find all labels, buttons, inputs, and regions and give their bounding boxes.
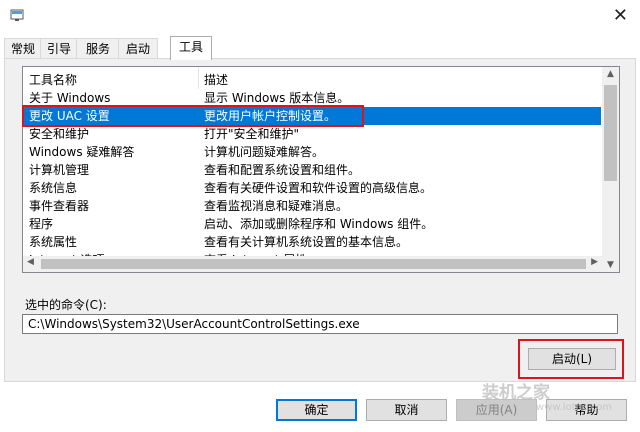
- list-item[interactable]: 程序 启动、添加或删除程序和 Windows 组件。: [23, 215, 601, 233]
- title-bar: ✕: [0, 0, 640, 36]
- vertical-scrollbar[interactable]: ▲ ▼: [602, 67, 619, 272]
- tab-tools[interactable]: 工具: [170, 36, 212, 60]
- tool-description: 查看有关计算机系统设置的基本信息。: [204, 235, 409, 249]
- tool-description: 查看和配置系统设置和组件。: [204, 163, 361, 177]
- list-item[interactable]: 计算机管理 查看和配置系统设置和组件。: [23, 161, 601, 179]
- scroll-down-arrow-icon[interactable]: ▼: [602, 260, 619, 270]
- highlight-box-uac-row: [22, 105, 364, 127]
- tool-name: 系统信息: [29, 181, 78, 195]
- msconfig-app-icon: [10, 9, 24, 21]
- tool-name: 事件查看器: [29, 199, 90, 213]
- list-item[interactable]: 系统信息 查看有关硬件设置和软件设置的高级信息。: [23, 179, 601, 197]
- tool-name: 系统属性: [29, 235, 78, 249]
- list-item[interactable]: 事件查看器 查看监视消息和疑难消息。: [23, 197, 601, 215]
- list-item[interactable]: 系统属性 查看有关计算机系统设置的基本信息。: [23, 233, 601, 251]
- list-item[interactable]: 安全和维护 打开"安全和维护": [23, 125, 601, 143]
- watermark-logo: 装机之家: [482, 383, 550, 403]
- scroll-up-arrow-icon[interactable]: ▲: [602, 69, 619, 79]
- selected-command-field[interactable]: C:\Windows\System32\UserAccountControlSe…: [22, 314, 618, 334]
- cancel-button[interactable]: 取消: [366, 399, 447, 421]
- tool-name: 计算机管理: [29, 163, 90, 177]
- column-header-tool-name[interactable]: 工具名称: [29, 71, 77, 88]
- horizontal-scroll-thumb[interactable]: [41, 259, 586, 269]
- tool-description: 查看监视消息和疑难消息。: [204, 199, 349, 213]
- tool-description: 计算机问题疑难解答。: [204, 145, 325, 159]
- close-button[interactable]: ✕: [613, 6, 628, 26]
- scroll-left-arrow-icon[interactable]: ◀: [27, 257, 34, 267]
- tab-startup[interactable]: 启动: [118, 38, 158, 59]
- ok-button[interactable]: 确定: [276, 399, 357, 421]
- tool-name: Windows 疑难解答: [29, 145, 135, 159]
- highlight-box-launch-button: [518, 339, 624, 379]
- tool-name: 程序: [29, 217, 54, 231]
- tool-description: 打开"安全和维护": [204, 127, 300, 141]
- watermark-url: www.lotpc.com: [536, 402, 612, 413]
- tool-name: 安全和维护: [29, 127, 90, 141]
- scroll-right-arrow-icon[interactable]: ▶: [591, 257, 598, 267]
- column-separator[interactable]: [198, 67, 199, 89]
- tab-general[interactable]: 常规: [4, 38, 42, 59]
- list-item[interactable]: Windows 疑难解答 计算机问题疑难解答。: [23, 143, 601, 161]
- horizontal-scrollbar[interactable]: ◀ ▶: [23, 256, 602, 272]
- tab-boot[interactable]: 引导: [40, 38, 78, 59]
- tab-services[interactable]: 服务: [76, 38, 120, 59]
- column-header-description[interactable]: 描述: [204, 71, 228, 88]
- tools-list[interactable]: 工具名称 描述 关于 Windows 显示 Windows 版本信息。 更改 U…: [22, 66, 620, 273]
- tool-description: 启动、添加或删除程序和 Windows 组件。: [204, 217, 434, 231]
- list-header: 工具名称 描述: [23, 67, 601, 89]
- selected-command-label: 选中的命令(C):: [25, 298, 107, 312]
- vertical-scroll-thumb[interactable]: [604, 85, 617, 181]
- tool-description: 查看有关硬件设置和软件设置的高级信息。: [204, 181, 433, 195]
